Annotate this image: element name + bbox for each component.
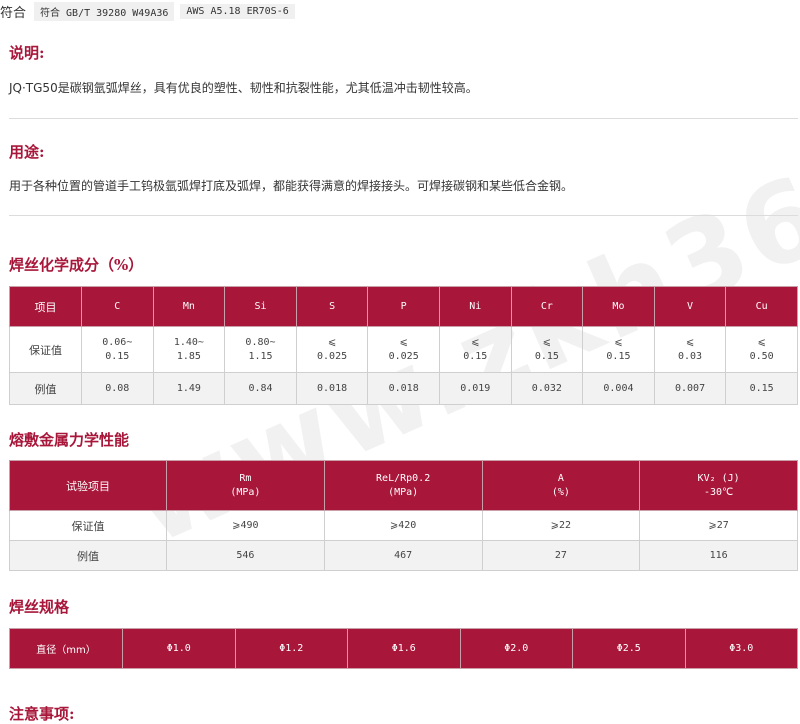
standards-label: 符合 <box>0 5 27 21</box>
table-header-row: 试验项目 Rm (MPa) ReL/Rp0.2 (MPa) A (%) KV₂ (J)… <box>9 460 798 511</box>
table-cell: 0.84 <box>224 372 297 405</box>
column-header: Ni <box>438 286 512 327</box>
row-label: 保证值 <box>9 510 167 541</box>
table-cell: 0.08 <box>81 372 154 405</box>
table-cell: 1.40~ 1.85 <box>152 326 226 373</box>
size-cell: Φ1.6 <box>347 628 461 669</box>
table-cell: 0.06~ 0.15 <box>81 326 154 373</box>
column-header: S <box>295 286 369 327</box>
size-cell: Φ2.5 <box>572 628 686 669</box>
spec-table: 直径（mm） Φ1.0 Φ1.2 Φ1.6 Φ2.0 Φ2.5 Φ3.0 <box>9 628 798 669</box>
divider <box>9 118 798 119</box>
mechanical-heading: 熔敷金属力学性能 <box>9 431 130 449</box>
table-cell: 0.004 <box>582 372 655 405</box>
table-cell: ⩾490 <box>166 510 325 541</box>
column-header: Si <box>224 286 297 327</box>
table-cell: ⩽ 0.15 <box>510 326 584 373</box>
table-cell: 0.018 <box>295 372 369 405</box>
description-heading: 说明: <box>9 44 45 62</box>
usage-text: 用于各种位置的管道手工钨极氩弧焊打底及弧焊，都能获得满意的焊接接头。可焊接碳钢和… <box>9 179 574 193</box>
column-header: Rm (MPa) <box>166 460 325 511</box>
size-cell: Φ3.0 <box>684 628 798 669</box>
table-header-row: 项目 C Mn Si S P Ni Cr Mo V Cu <box>9 286 798 327</box>
table-cell: ⩽ 0.025 <box>367 326 440 373</box>
table-cell: 0.018 <box>367 372 440 405</box>
column-header: Cr <box>510 286 584 327</box>
table-cell: ⩽ 0.025 <box>295 326 369 373</box>
table-cell: ⩾27 <box>639 510 798 541</box>
standard-badge: AWS A5.18 ER70S-6 <box>180 3 295 19</box>
table-row: 例值 0.08 1.49 0.84 0.018 0.018 0.019 0.03… <box>9 372 798 405</box>
row-label: 例值 <box>9 372 82 405</box>
row-label: 例值 <box>9 540 167 571</box>
column-header: KV₂ (J) -30℃ <box>639 460 798 511</box>
column-header: Cu <box>725 286 798 327</box>
column-header: 项目 <box>9 286 82 327</box>
table-cell: 116 <box>639 540 798 571</box>
table-cell: 546 <box>166 540 325 571</box>
size-cell: Φ1.2 <box>234 628 348 669</box>
table-cell: 467 <box>323 540 483 571</box>
chemistry-heading: 焊丝化学成分（%） <box>9 256 144 274</box>
table-cell: 0.007 <box>653 372 727 405</box>
column-header: ReL/Rp0.2 (MPa) <box>323 460 483 511</box>
table-row: 例值 546 467 27 116 <box>9 540 798 571</box>
usage-heading: 用途: <box>9 143 45 161</box>
column-header: Mo <box>582 286 655 327</box>
table-row: 保证值 ⩾490 ⩾420 ⩾22 ⩾27 <box>9 510 798 541</box>
chemistry-table: 项目 C Mn Si S P Ni Cr Mo V Cu 保证值 0.06~ 0.… <box>9 286 798 405</box>
standards-line: 符合 符合 GB/T 39280 W49A36 AWS A5.18 ER70S-… <box>0 0 301 22</box>
mechanical-table: 试验项目 Rm (MPa) ReL/Rp0.2 (MPa) A (%) KV₂ (J)… <box>9 460 798 571</box>
row-label: 保证值 <box>9 326 82 373</box>
table-cell: 0.032 <box>510 372 584 405</box>
table-cell: 27 <box>481 540 641 571</box>
table-cell: 0.80~ 1.15 <box>224 326 297 373</box>
table-cell: 0.019 <box>438 372 512 405</box>
description-text: JQ·TG50是碳钢氩弧焊丝，具有优良的塑性、韧性和抗裂性能，尤其低温冲击韧性较… <box>9 81 478 95</box>
column-header: Mn <box>152 286 226 327</box>
column-header: P <box>367 286 440 327</box>
size-cell: Φ1.0 <box>122 628 236 669</box>
table-cell: ⩽ 0.15 <box>438 326 512 373</box>
standard-badge: 符合 GB/T 39280 W49A36 <box>34 1 175 21</box>
table-cell: ⩽ 0.03 <box>653 326 727 373</box>
table-cell: ⩾22 <box>481 510 641 541</box>
spec-heading: 焊丝规格 <box>9 598 70 616</box>
table-cell: 1.49 <box>152 372 226 405</box>
column-header: C <box>81 286 154 327</box>
table-cell: ⩽ 0.15 <box>582 326 655 373</box>
notes-heading: 注意事项: <box>9 705 75 723</box>
size-cell: Φ2.0 <box>459 628 573 669</box>
table-cell: ⩽ 0.50 <box>725 326 798 373</box>
table-cell: 0.15 <box>725 372 798 405</box>
column-header: A (%) <box>481 460 641 511</box>
column-header: V <box>653 286 727 327</box>
table-row: 保证值 0.06~ 0.15 1.40~ 1.85 0.80~ 1.15 ⩽ 0.025… <box>9 326 798 373</box>
table-cell: ⩾420 <box>323 510 483 541</box>
spec-label: 直径（mm） <box>9 628 123 669</box>
column-header: 试验项目 <box>9 460 167 511</box>
table-header-row: 直径（mm） Φ1.0 Φ1.2 Φ1.6 Φ2.0 Φ2.5 Φ3.0 <box>9 628 798 669</box>
divider <box>9 215 798 216</box>
